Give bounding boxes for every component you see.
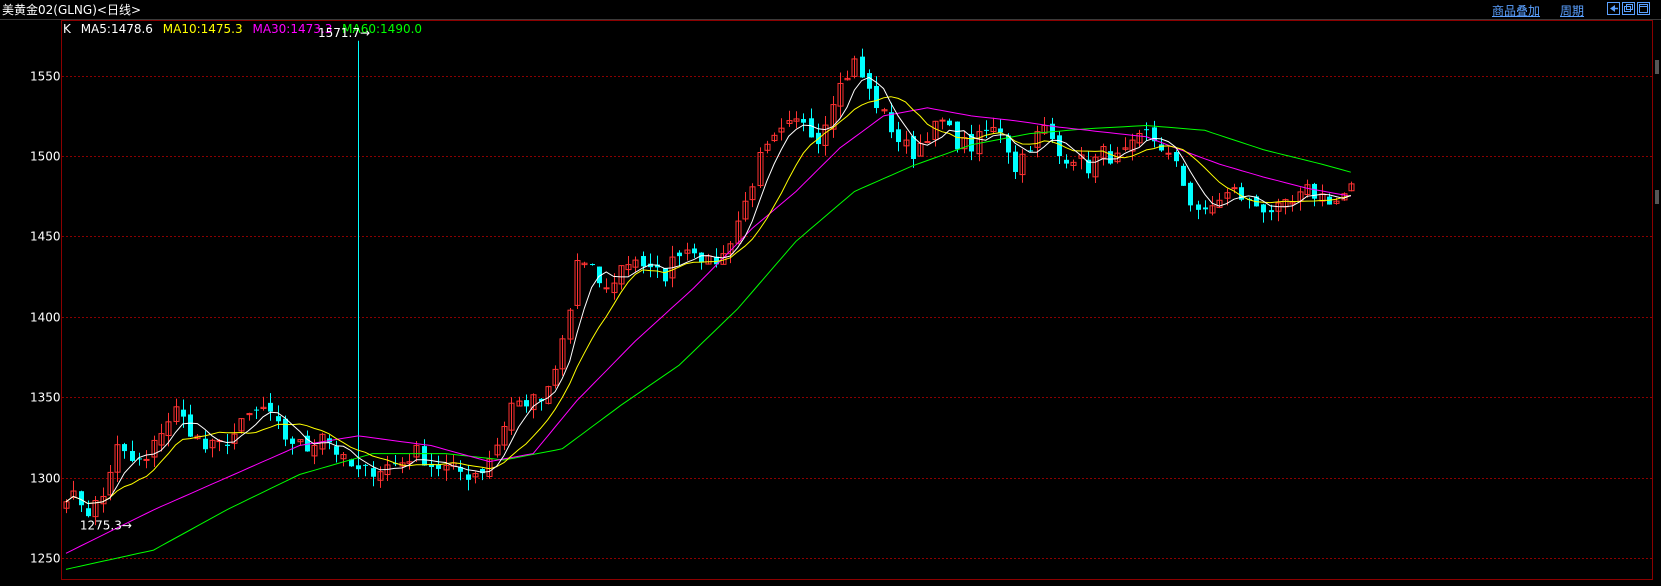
chart-area[interactable]: 1250 1300 1350 1400 1450 1500 1550 1571.7→ 1275.… [0,0,1661,586]
candle-body-down [181,409,186,417]
candle-body-down [860,56,865,78]
candle-body-down [641,256,646,267]
candle-body-up [939,119,946,122]
candle-body-down [699,252,704,263]
candle-body-down [1188,182,1193,206]
ma30-line [65,107,1351,554]
candle-body-down [254,409,259,411]
candle-body-down [1312,183,1317,199]
candle-body-down [363,464,368,466]
candle-body-down [1108,151,1113,164]
candle-body-up [603,287,610,290]
candle-body-down [1144,129,1149,131]
candle-body-down [955,121,960,150]
candle-body-down [130,451,135,461]
candle-body-down [290,438,295,444]
candle-body-down [422,446,427,466]
candle-body-down [1174,151,1179,162]
candle-body-down [874,85,879,109]
candle-body-down [1196,204,1201,210]
candle-body-down [524,400,529,407]
candle-body-down [801,119,806,123]
y-tick-label: 1450 [30,230,61,244]
y-tick-label: 1350 [30,391,61,405]
candle-body-down [1181,165,1186,186]
candle-body-down [677,252,682,257]
y-tick-label: 1250 [30,552,61,566]
y-tick-label: 1300 [30,472,61,486]
low-annotation: 1275.3→ [80,518,132,532]
candle-body-down [947,120,952,126]
scroll-handle-bottom[interactable] [1655,190,1659,204]
candle-body-down [334,446,339,455]
candle-body-down [867,73,872,89]
candle-body-down [225,444,230,446]
candle-body-down [371,468,376,477]
candle-body-down [203,438,208,450]
candle-body-down [1159,144,1164,151]
candle-body-down [1261,204,1266,213]
candle-body-up [1231,187,1238,190]
candle-body-down [1269,210,1274,213]
candle-body-down [466,474,471,480]
candle-body-down [1064,159,1069,164]
candle-body-down [590,264,595,266]
candle-body-down [1013,151,1018,173]
y-tick-label: 1550 [30,70,61,84]
candle-body-down [896,129,901,143]
ma60-line [65,124,1351,570]
candle-body-down [663,268,668,282]
scroll-handle-top[interactable] [1655,60,1659,74]
candle-body-down [283,418,288,440]
candle-body-down [998,128,1003,133]
candle-body-down [984,129,989,131]
candle-body-down [809,118,814,138]
candle-body-down [122,444,127,452]
candle-body-down [1203,207,1208,210]
high-annotation: 1571.7→ [318,26,370,40]
ma10-line [65,96,1351,505]
candle-body-down [276,416,281,422]
candle-body-up [924,141,931,144]
candle-body-down [889,112,894,133]
candle-body-down [268,402,273,412]
candle-body-down [188,414,193,437]
candle-body-down [692,248,697,254]
candle-body-up [143,458,150,461]
candle-body-down [79,491,84,506]
candle-body-down [86,508,91,517]
candle-body-down [356,465,361,470]
y-tick-label: 1500 [30,150,61,164]
y-tick-label: 1400 [30,311,61,325]
candle-body-up [1165,152,1172,155]
